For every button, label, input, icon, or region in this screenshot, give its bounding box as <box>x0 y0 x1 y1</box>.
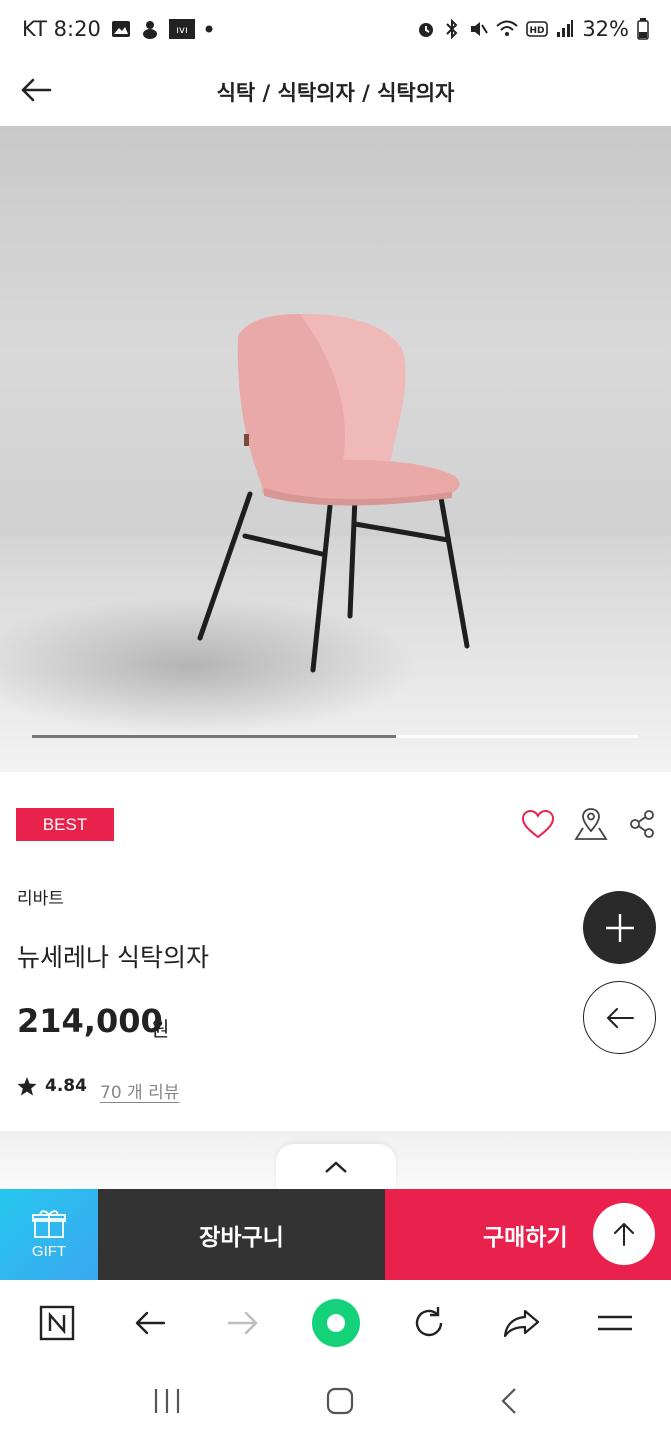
mute-icon <box>471 22 489 36</box>
gift-label: GIFT <box>31 1243 67 1260</box>
price-currency: 원 <box>151 1017 170 1041</box>
refresh-icon <box>415 1307 442 1337</box>
breadcrumb[interactable]: 식탁 / 식탁의자 / 식탁의자 <box>217 77 455 107</box>
carrier-time: KT 8:20 <box>22 17 101 41</box>
share-button[interactable] <box>622 804 662 844</box>
buy-now-button[interactable]: 구매하기 <box>385 1189 671 1280</box>
product-name: 뉴세레나 식탁의자 <box>17 943 209 972</box>
product-image-carousel[interactable] <box>0 126 671 772</box>
brand-name[interactable]: 리바트 <box>17 884 64 909</box>
share-icon <box>630 810 654 838</box>
back-button[interactable] <box>14 68 58 112</box>
gallery-icon <box>111 21 130 37</box>
alarm-icon <box>419 23 434 37</box>
dot-icon <box>205 25 213 33</box>
system-back-button[interactable] <box>499 1387 519 1419</box>
map-pin-icon <box>574 808 608 840</box>
signal-icon <box>557 20 574 37</box>
wifi-icon <box>496 20 518 36</box>
battery-icon <box>637 18 649 40</box>
add-floating-button[interactable] <box>583 891 656 964</box>
browser-forward-button[interactable] <box>215 1295 271 1351</box>
carousel-progress <box>32 735 396 738</box>
svg-text:HD: HD <box>530 26 545 36</box>
refresh-button[interactable] <box>401 1295 457 1351</box>
heart-icon <box>521 809 555 839</box>
best-badge: BEST <box>16 808 114 841</box>
arrow-left-icon <box>606 1007 634 1028</box>
browser-green-dot-button[interactable] <box>308 1295 364 1351</box>
green-dot-icon <box>311 1299 360 1347</box>
browser-back-button[interactable] <box>122 1295 178 1351</box>
arrow-up-icon <box>614 1223 634 1246</box>
battery-percent: 32% <box>582 17 629 41</box>
rating: 4.84 <box>17 1076 87 1096</box>
star-icon <box>17 1076 37 1095</box>
bluetooth-icon <box>446 19 458 39</box>
chair-image <box>197 314 470 673</box>
chevron-left-icon <box>501 1388 516 1414</box>
status-bar: KT 8:20 ıvı HD 32% <box>0 0 671 58</box>
home-button[interactable] <box>326 1387 354 1419</box>
arrow-left-icon <box>135 1311 165 1335</box>
recent-apps-button[interactable] <box>152 1387 182 1419</box>
arrow-left-icon <box>21 78 52 102</box>
add-to-cart-button[interactable]: 장바구니 <box>98 1189 385 1280</box>
notification-icon <box>142 21 157 39</box>
store-location-button[interactable] <box>571 804 611 844</box>
browser-toolbar <box>0 1280 671 1366</box>
gift-icon <box>32 1210 66 1238</box>
arrow-right-icon <box>227 1311 257 1335</box>
back-floating-button[interactable] <box>583 981 656 1054</box>
hamburger-menu-icon <box>597 1315 632 1331</box>
review-count-link[interactable]: 70 개 리뷰 <box>100 1078 179 1103</box>
product-price: 214,000 <box>17 1002 163 1040</box>
home-icon <box>327 1387 354 1415</box>
rating-score: 4.84 <box>45 1076 87 1096</box>
system-navigation-bar <box>0 1366 671 1440</box>
recent-apps-icon <box>155 1389 180 1413</box>
svg-text:ıvı: ıvı <box>176 25 187 36</box>
share-arrow-icon <box>503 1309 539 1338</box>
buy-now-label: 구매하기 <box>483 1224 568 1251</box>
naver-n-icon <box>39 1305 74 1341</box>
scroll-to-top-button[interactable] <box>593 1203 655 1265</box>
gift-button[interactable]: GIFT <box>0 1189 98 1280</box>
browser-menu-button[interactable] <box>587 1295 643 1351</box>
browser-share-button[interactable] <box>494 1295 550 1351</box>
chevron-up-icon <box>325 1160 347 1173</box>
hd-icon: HD <box>526 21 549 37</box>
app-icon: ıvı <box>168 19 195 39</box>
wishlist-button[interactable] <box>518 804 558 844</box>
plus-icon <box>605 913 634 942</box>
naver-home-button[interactable] <box>29 1295 85 1351</box>
purchase-bar: GIFT 장바구니 구매하기 <box>0 1189 671 1280</box>
expand-panel-handle[interactable] <box>276 1144 396 1189</box>
header: 식탁 / 식탁의자 / 식탁의자 <box>0 58 671 126</box>
